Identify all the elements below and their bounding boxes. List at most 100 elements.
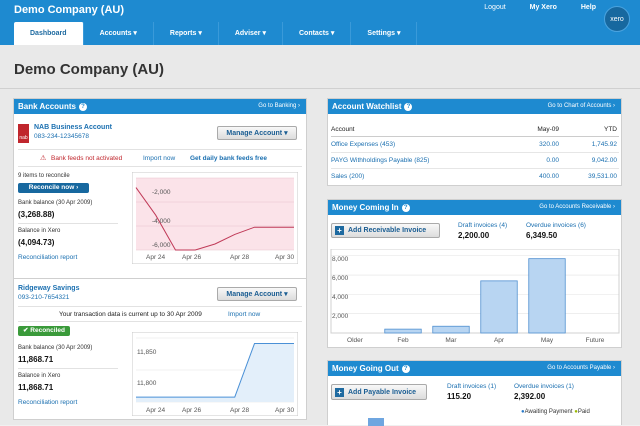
manage-account-button[interactable]: Manage Account ▾ [217, 287, 297, 301]
reconcile-now-button[interactable]: Reconcile now › [18, 183, 89, 193]
reconciliation-report-link[interactable]: Reconciliation report [18, 399, 77, 406]
bank-balance-value: 11,868.71 [18, 355, 54, 364]
nab-account-name[interactable]: NAB Business Account [34, 124, 112, 131]
x-tick-label: Apr 24 [146, 254, 166, 261]
overdue-invoices-value: 6,349.50 [526, 231, 558, 240]
y-tick-label: 8,000 [332, 256, 349, 263]
draft-invoices-link[interactable]: Draft invoices (1) [447, 383, 496, 390]
manage-account-button[interactable]: Manage Account ▾ [217, 126, 297, 140]
tab-dashboard[interactable]: Dashboard [14, 22, 84, 45]
help-link[interactable]: Help [581, 4, 596, 11]
nab-logo: nab [18, 124, 29, 143]
watchlist-table: Account May-09 YTD Office Expenses (453)… [331, 123, 619, 184]
divider [18, 149, 302, 150]
logout-link[interactable]: Logout [484, 4, 505, 11]
overdue-invoices-link[interactable]: Overdue invoices (6) [526, 222, 586, 229]
column-header: May-09 [537, 125, 559, 133]
value-cell[interactable]: 400.00 [499, 168, 559, 184]
watchlist-title: Account Watchlist [332, 102, 402, 111]
xero-balance-label: Balance in Xero [18, 228, 61, 234]
page-title: Demo Company (AU) [14, 61, 165, 78]
account-cell[interactable]: Office Expenses (453) [331, 136, 499, 152]
chart-frame [330, 249, 620, 334]
plus-icon: + [335, 388, 344, 397]
main-nav: Dashboard Accounts ▾ Reports ▾ Adviser ▾… [14, 22, 418, 45]
divider [0, 88, 640, 89]
account-cell[interactable]: Sales (200) [331, 168, 499, 184]
daily-feeds-link[interactable]: Get daily bank feeds free [190, 155, 267, 162]
go-to-chart-of-accounts-link[interactable]: Go to Chart of Accounts › [548, 99, 615, 114]
coming-in-title: Money Coming In [332, 203, 399, 212]
bar-mar [432, 325, 470, 334]
ridgeway-account-name[interactable]: Ridgeway Savings [18, 285, 79, 292]
x-tick-label: Feb [397, 337, 409, 344]
divider [18, 223, 118, 224]
value-cell[interactable]: 1,745.92 [559, 136, 619, 152]
x-tick-label: May [541, 337, 554, 344]
legend-paid: Paid [577, 409, 590, 415]
warning-icon: ⚠ [40, 155, 47, 162]
x-tick-label: Apr 26 [182, 407, 202, 414]
x-tick-label: Apr 30 [275, 254, 295, 261]
x-tick-label: Future [586, 337, 605, 344]
divider [18, 368, 118, 369]
overdue-invoices-link[interactable]: Overdue invoices (1) [514, 383, 574, 390]
reconciliation-report-link[interactable]: Reconciliation report [18, 254, 77, 261]
value-cell[interactable]: 0.00 [499, 152, 559, 168]
nab-account-number[interactable]: 083-234-12345678 [34, 133, 89, 140]
value-cell[interactable]: 39,531.00 [559, 168, 619, 184]
x-tick-label: Apr 26 [182, 254, 202, 261]
divider [18, 321, 302, 322]
y-tick-label: 11,850 [137, 349, 157, 356]
overdue-invoices-value: 2,392.00 [514, 392, 546, 401]
go-to-receivable-link[interactable]: Go to Accounts Receivable › [539, 200, 615, 215]
money-going-out-panel: Money Going Out? Go to Accounts Payable … [327, 360, 622, 426]
table-row[interactable]: PAYG Withholdings Payable (825) 0.00 9,0… [331, 152, 619, 168]
going-out-title: Money Going Out [332, 364, 399, 373]
bar-feb [384, 328, 422, 334]
chart-legend: ●Awaiting Payment ●Paid [521, 409, 590, 415]
add-receivable-invoice-button[interactable]: + Add Receivable Invoice [331, 223, 440, 238]
org-name[interactable]: Demo Company (AU) [14, 4, 124, 16]
y-tick-label: 11,800 [137, 380, 157, 387]
bank-balance-value: (3,268.88) [18, 210, 55, 219]
add-payable-invoice-button[interactable]: + Add Payable Invoice [331, 384, 427, 400]
go-to-payable-link[interactable]: Go to Accounts Payable › [547, 361, 615, 376]
bank-balance-label: Bank balance (30 Apr 2009) [18, 345, 93, 351]
x-tick-label: Apr [494, 337, 505, 344]
watchlist-header: Account Watchlist? Go to Chart of Accoun… [328, 99, 621, 114]
y-tick-label: 2,000 [332, 313, 349, 320]
y-tick-label: -4,000 [152, 218, 171, 225]
top-bar: Demo Company (AU) Logout My Xero Help xe… [0, 0, 640, 45]
help-icon[interactable]: ? [404, 103, 413, 111]
tab-adviser[interactable]: Adviser ▾ [219, 22, 283, 45]
feed-warning: Bank feeds not activated [51, 155, 123, 162]
y-tick-label: 6,000 [332, 275, 349, 282]
table-row[interactable]: Sales (200) 400.00 39,531.00 [331, 168, 619, 184]
import-now-link[interactable]: Import now [143, 155, 175, 162]
coming-in-header: Money Coming In? Go to Accounts Receivab… [328, 200, 621, 215]
tab-contacts[interactable]: Contacts ▾ [283, 22, 352, 45]
go-to-banking-link[interactable]: Go to Banking › [258, 99, 300, 114]
help-icon[interactable]: ? [401, 204, 410, 212]
x-tick-label: Apr 28 [230, 254, 250, 261]
value-cell[interactable]: 320.00 [499, 136, 559, 152]
tab-settings[interactable]: Settings ▾ [351, 22, 418, 45]
y-tick-label: 4,000 [332, 294, 349, 301]
account-cell[interactable]: PAYG Withholdings Payable (825) [331, 152, 499, 168]
help-icon[interactable]: ? [401, 365, 410, 373]
tab-reports[interactable]: Reports ▾ [154, 22, 219, 45]
my-xero-link[interactable]: My Xero [530, 4, 557, 11]
value-cell[interactable]: 9,042.00 [559, 152, 619, 168]
table-header-row: Account May-09 YTD [331, 123, 619, 136]
ridgeway-account-number[interactable]: 093-210-7654321 [18, 294, 69, 301]
xero-balance-value: 11,868.71 [18, 383, 54, 392]
draft-invoices-link[interactable]: Draft invoices (4) [458, 222, 507, 229]
help-icon[interactable]: ? [78, 103, 87, 111]
nab-balance-chart: -2,000 -4,000 -6,000 Apr 24 Apr 26 Apr 2… [132, 172, 298, 264]
bank-accounts-header: Bank Accounts? Go to Banking › [14, 99, 306, 114]
table-row[interactable]: Office Expenses (453) 320.00 1,745.92 [331, 136, 619, 152]
tab-accounts[interactable]: Accounts ▾ [84, 22, 154, 45]
import-now-link[interactable]: Import now [228, 311, 260, 318]
bank-accounts-panel: Bank Accounts? Go to Banking › nab NAB B… [13, 98, 307, 420]
